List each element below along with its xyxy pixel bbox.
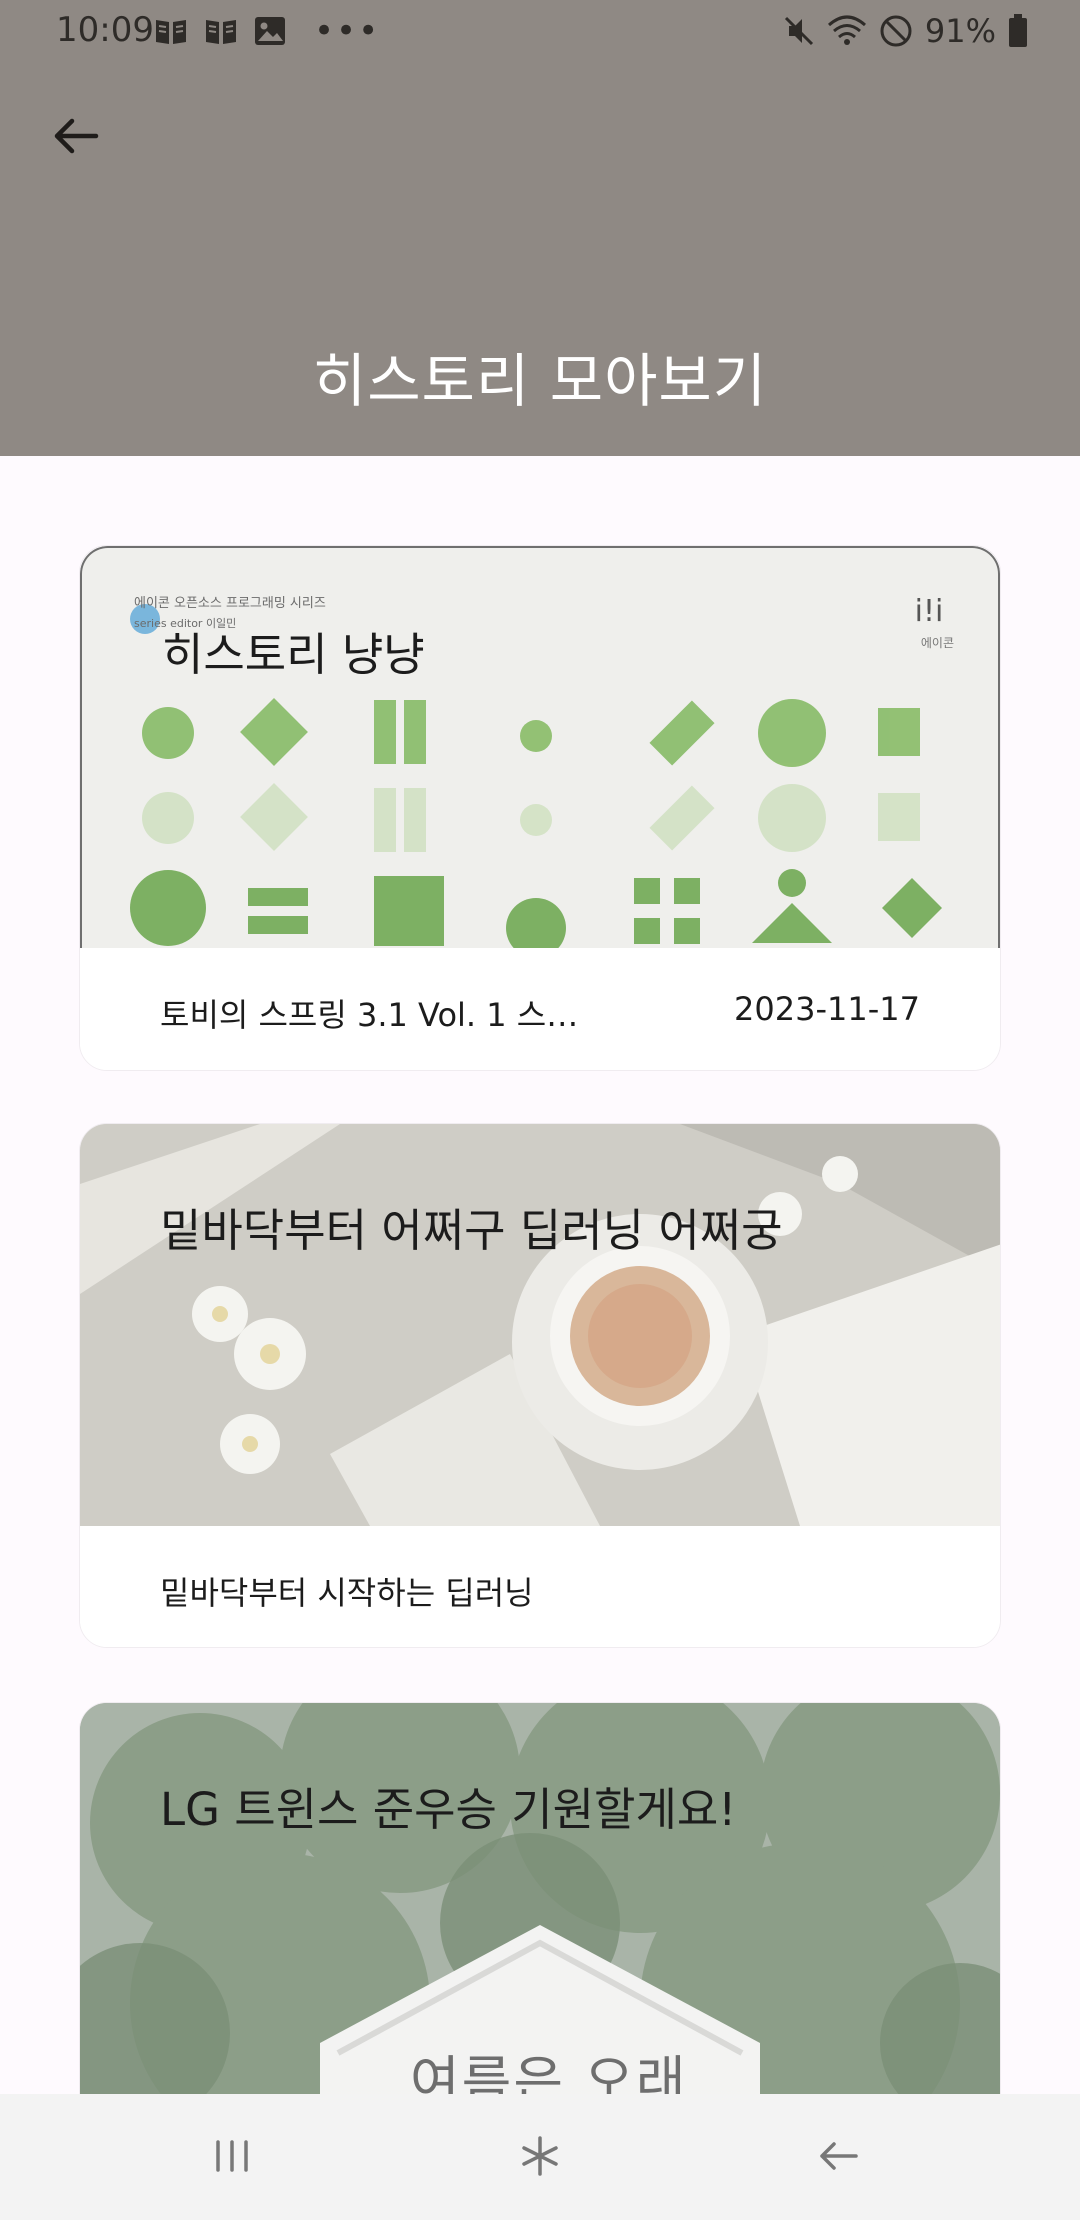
status-icons-left: •••	[154, 14, 380, 48]
back-icon	[820, 2142, 858, 2170]
status-time: 10:09	[56, 10, 154, 50]
card-title: LG 트윈스 준우승 기원할게요!	[160, 1783, 737, 1836]
screen: 10:09 ••• 91% 히스토리 모아보기 에이콘 오픈소스 프로그래밍 시…	[0, 0, 1080, 2220]
card-title: 밑바닥부터 어쩌구 딥러닝 어쩌궁	[160, 1204, 783, 1257]
wifi-icon	[827, 15, 866, 45]
card-cover-image: 밑바닥부터 어쩌구 딥러닝 어쩌궁	[80, 1124, 1000, 1526]
history-card[interactable]: 밑바닥부터 어쩌구 딥러닝 어쩌궁 밑바닥부터 시작하는 딥러닝	[79, 1123, 1001, 1648]
battery-icon	[1009, 14, 1027, 47]
card-cover-image: LG 트윈스 준우승 기원할게요! 여름은 오래	[80, 1703, 1000, 2121]
system-nav-bar	[0, 2094, 1080, 2220]
arrow-left-icon	[54, 118, 99, 154]
home-icon	[522, 2136, 558, 2176]
card-footer: 밑바닥부터 시작하는 딥러닝	[80, 1526, 1000, 1647]
mute-icon	[784, 16, 813, 46]
page-title: 히스토리 모아보기	[312, 347, 768, 415]
home-button[interactable]	[500, 2124, 580, 2188]
status-bar: 10:09 ••• 91%	[0, 0, 1080, 64]
image-icon	[255, 17, 285, 45]
more-icon: •••	[314, 11, 381, 51]
cover-pattern	[130, 698, 942, 948]
tea-photo	[80, 1124, 1000, 1526]
history-card[interactable]: LG 트윈스 준우승 기원할게요! 여름은 오래	[79, 1702, 1001, 2122]
status-icons-right: 91%	[783, 12, 1028, 50]
card-cover-image: 에이콘 오픈소스 프로그래밍 시리즈 series editor 이일민 i!i…	[80, 546, 1000, 948]
card-footer: 토비의 스프링 3.1 Vol. 1 스… 2023-11-17	[80, 948, 1000, 1070]
nav-back-button[interactable]	[798, 2124, 878, 2188]
card-title: 히스토리 냥냥	[162, 628, 425, 681]
book-icon	[206, 20, 236, 44]
card-subtitle: 토비의 스프링 3.1 Vol. 1 스…	[160, 996, 579, 1034]
header: 10:09 ••• 91% 히스토리 모아보기	[0, 0, 1080, 456]
card-date: 2023-11-17	[734, 990, 920, 1028]
dnd-icon	[880, 15, 912, 47]
battery-percent: 91%	[924, 12, 996, 50]
book-icon	[156, 20, 186, 44]
card-subtitle: 밑바닥부터 시작하는 딥러닝	[160, 1574, 534, 1612]
recents-button[interactable]	[192, 2124, 272, 2188]
recents-icon	[216, 2140, 248, 2172]
back-button[interactable]	[44, 104, 108, 168]
history-card[interactable]: 에이콘 오픈소스 프로그래밍 시리즈 series editor 이일민 i!i…	[79, 545, 1001, 1071]
